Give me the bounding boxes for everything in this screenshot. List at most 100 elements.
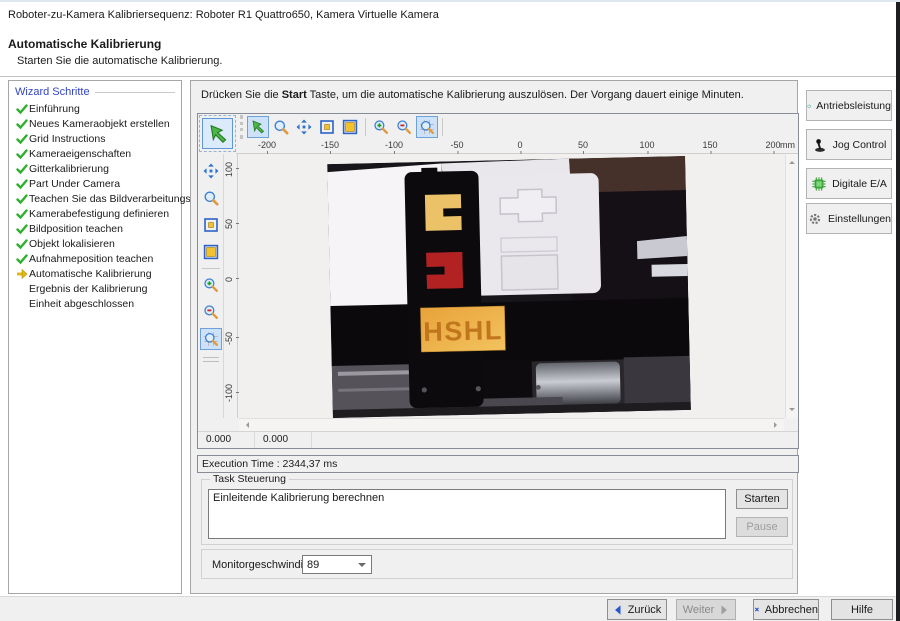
blank-icon [14,298,29,310]
pan-icon [296,119,312,135]
ruler-tick-label: 100 [639,140,654,150]
coordinate-x: 0.000 [198,432,255,448]
jog-control-button[interactable]: Jog Control [806,129,892,160]
cancel-button[interactable]: Abbrechen [753,599,819,620]
settings-button[interactable]: Einstellungen [806,203,892,234]
wizard-step-current: Automatische Kalibrierung [9,266,181,281]
check-icon [14,223,29,235]
select-arrow-button[interactable] [247,116,269,138]
ruler-tick-label: -50 [224,332,236,345]
region-small-icon [319,119,335,135]
vertical-scrollbar[interactable] [785,154,798,418]
horizontal-scrollbar[interactable] [239,418,784,431]
region-small-icon [203,217,219,233]
toolbar-separator [365,118,366,136]
ruler-tick-label: -50 [450,140,463,150]
task-log[interactable]: Einleitende Kalibrierung berechnen [208,489,726,539]
ruler-tick-label: 200 [765,140,780,150]
select-arrow-icon [207,123,229,145]
wizard-steps-title: Wizard Schritte [15,86,90,98]
wizard-step: Part Under Camera [9,176,181,191]
wizard-window: Roboter-zu-Kamera Kalibriersequenz: Robo… [0,0,900,621]
toolbar-grip [203,357,219,362]
region-large-button[interactable] [200,241,222,263]
zoom-in-button[interactable] [200,274,222,296]
zoom-in-button[interactable] [370,116,392,138]
check-icon [14,208,29,220]
region-small-button[interactable] [200,214,222,236]
check-icon [14,148,29,160]
zoom-fit-button[interactable] [200,328,222,350]
ruler-tick-label: 0 [517,140,522,150]
horizontal-ruler: -200 -150 -100 -50 0 50 100 150 200 mm [236,140,798,154]
instruction-start-word: Start [282,89,307,101]
zoom-in-icon [203,277,219,293]
ruler-tick-label: 50 [224,219,236,229]
check-icon [14,253,29,265]
zoom-fit-icon [203,331,219,347]
ruler-tick-label: -150 [321,140,339,150]
wizard-step: Teachen Sie das Bildverarbeitungsmodell [9,191,181,206]
region-large-icon [203,244,219,260]
ruler-tick-label: 100 [224,162,236,177]
start-button[interactable]: Starten [736,489,788,509]
viewer-toolbar-horizontal [240,115,446,139]
drive-power-button[interactable]: Antriebsleistung [806,90,892,121]
side-button-label: Einstellungen [828,213,891,225]
main-panel: Drücken Sie die Start Taste, um die auto… [190,80,798,594]
zoom-fit-icon [419,119,435,135]
viewer-toolbar-vertical [198,154,224,418]
pan-button[interactable] [200,160,222,182]
toolbar-separator [202,268,220,269]
chevron-down-icon [358,563,366,571]
coordinate-statusbar: 0.000 0.000 [198,431,798,448]
back-button-label: Zurück [628,604,662,616]
pan-button[interactable] [293,116,315,138]
current-step-arrow-icon [14,268,29,280]
camera-viewport[interactable]: HSHL [239,154,784,418]
region-large-button[interactable] [339,116,361,138]
back-button[interactable]: Zurück [607,599,667,620]
select-arrow-button[interactable] [202,118,233,149]
wizard-step: Kamerabefestigung definieren [9,206,181,221]
ruler-tick-label: -100 [385,140,403,150]
zoom-in-icon [373,119,389,135]
check-icon [14,118,29,130]
help-button[interactable]: Hilfe [831,599,893,620]
wizard-step: Ergebnis der Kalibrierung [9,281,181,296]
gear-icon [807,211,823,227]
zoom-out-icon [203,304,219,320]
monitor-speed-select[interactable]: 89 [302,555,372,574]
digital-io-button[interactable]: Digitale E/A [806,168,892,199]
magnifier-button[interactable] [200,187,222,209]
task-group-title: Task Steuerung [210,473,289,485]
magnifier-button[interactable] [270,116,292,138]
pause-button[interactable]: Pause [736,517,788,537]
chevron-right-icon [719,604,729,616]
scroll-up-icon[interactable] [789,158,795,164]
region-small-button[interactable] [316,116,338,138]
instruction-suffix: Taste, um die automatische Kalibrierung … [307,89,744,101]
next-button[interactable]: Weiter [676,599,736,620]
next-button-label: Weiter [683,604,715,616]
wizard-step: Einführung [9,101,181,116]
zoom-out-icon [396,119,412,135]
scroll-right-icon[interactable] [774,422,780,428]
footer-bar: Zurück Weiter Abbrechen Hilfe [0,596,896,621]
scroll-down-icon[interactable] [789,408,795,414]
pan-icon [203,163,219,179]
instruction-prefix: Drücken Sie die [201,89,282,101]
scroll-left-icon[interactable] [243,422,249,428]
check-icon [14,163,29,175]
wizard-step: Einheit abgeschlossen [9,296,181,311]
zoom-fit-button[interactable] [416,116,438,138]
select-arrow-icon [250,119,266,135]
window-edge [896,2,900,621]
wizard-step: Aufnahmeposition teachen [9,251,181,266]
hshl-label: HSHL [423,315,503,347]
zoom-out-button[interactable] [393,116,415,138]
ruler-tick-label: 50 [578,140,588,150]
zoom-out-button[interactable] [200,301,222,323]
camera-image: HSHL [326,156,692,418]
check-icon [14,238,29,250]
